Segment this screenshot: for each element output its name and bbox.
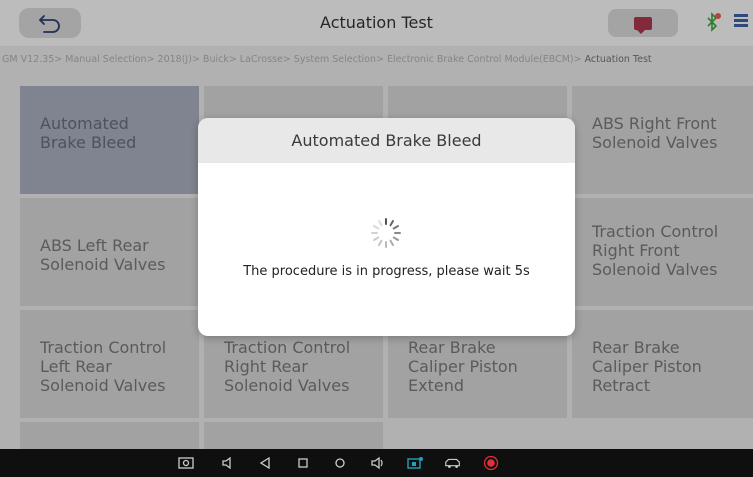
vehicle-icon[interactable]: [444, 454, 462, 472]
vci-icon[interactable]: [406, 454, 424, 472]
system-nav-bar: [0, 449, 753, 477]
progress-dialog: Automated Brake Bleed The procedure is i…: [198, 118, 575, 336]
volume-up-icon[interactable]: [369, 454, 387, 472]
recents-nav-icon[interactable]: [294, 454, 312, 472]
record-icon[interactable]: [482, 454, 500, 472]
screenshot-icon[interactable]: [177, 454, 195, 472]
dialog-title: Automated Brake Bleed: [198, 118, 575, 163]
volume-down-icon[interactable]: [219, 454, 237, 472]
home-nav-icon[interactable]: [331, 454, 349, 472]
back-nav-icon[interactable]: [256, 454, 274, 472]
app-window: Actuation Test GM V12.35> Manual Selecti…: [0, 0, 753, 450]
dialog-message: The procedure is in progress, please wai…: [243, 264, 530, 279]
loading-spinner-icon: [371, 218, 401, 248]
